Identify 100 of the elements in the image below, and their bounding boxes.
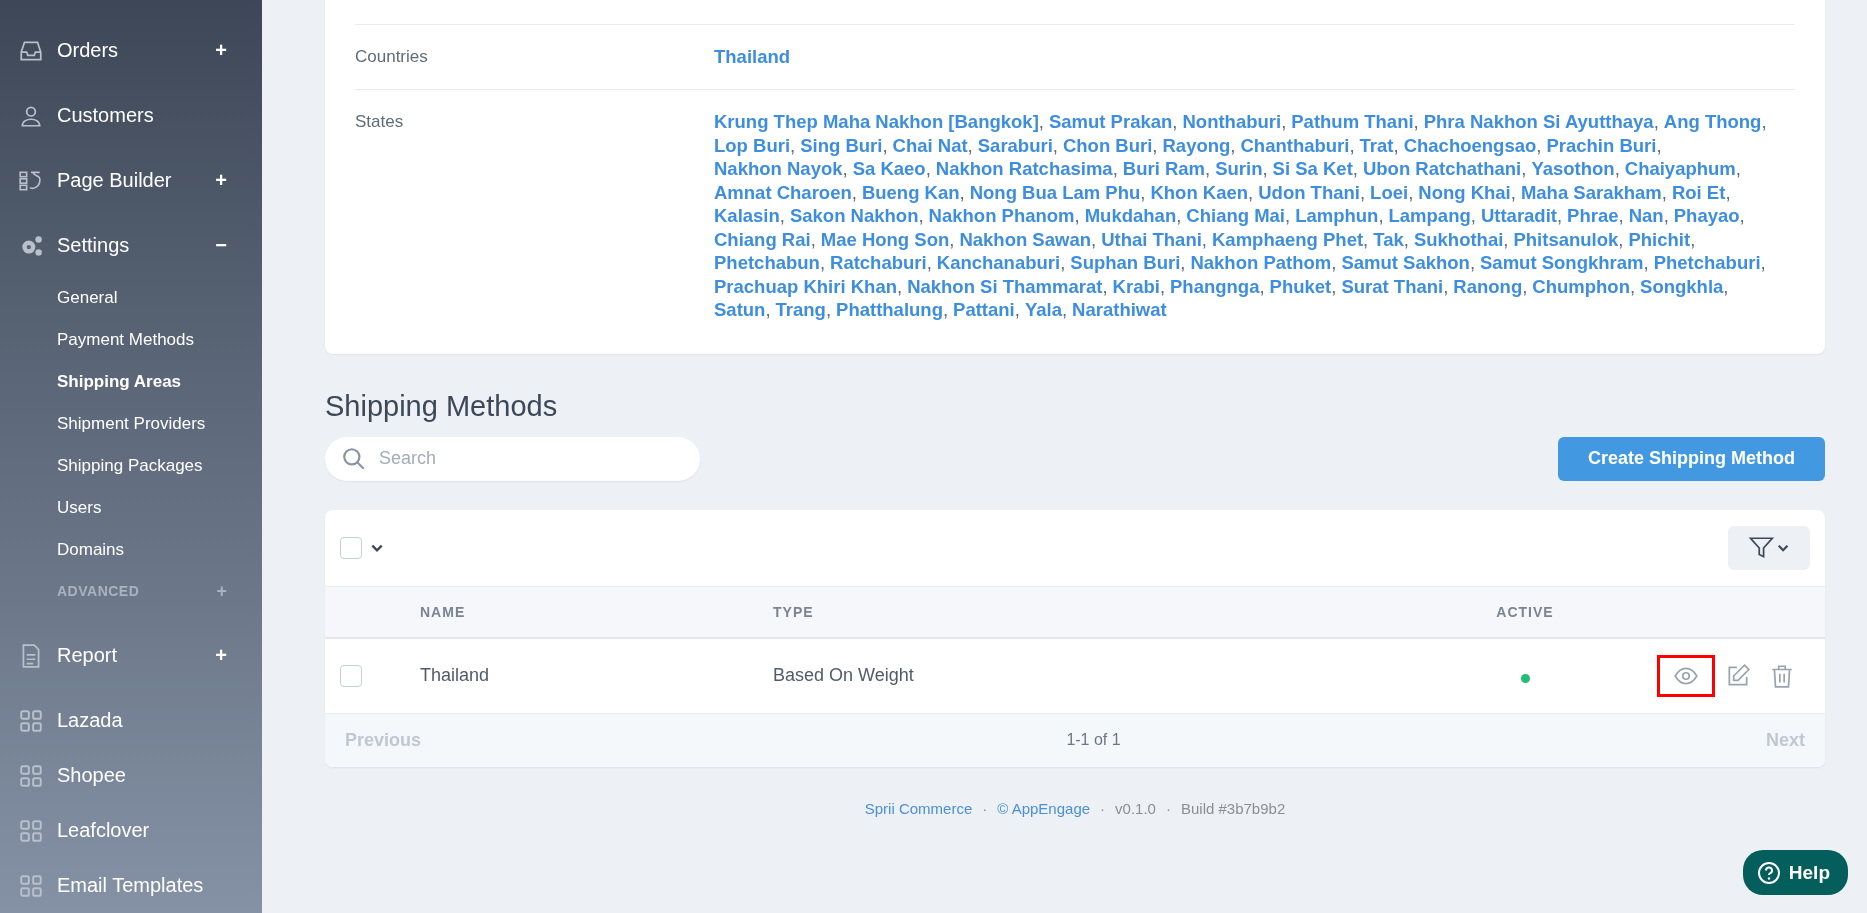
submenu-item[interactable]: Shipping Areas (0, 361, 262, 403)
state-link[interactable]: Maha Sarakham (1520, 181, 1662, 203)
state-link[interactable]: Trat (1359, 134, 1394, 156)
state-link[interactable]: Narathiwat (1072, 299, 1167, 320)
nav-item[interactable]: Leafclover (0, 812, 262, 849)
state-link[interactable]: Nakhon Phanom (928, 205, 1075, 226)
state-link[interactable]: Chiang Rai (714, 228, 811, 250)
state-link[interactable]: Nakhon Si Thammarat (907, 275, 1103, 297)
state-link[interactable]: Uthai Thani (1101, 228, 1202, 250)
state-link[interactable]: Surat Thani (1341, 275, 1444, 297)
select-all-checkbox[interactable] (340, 536, 362, 559)
create-button[interactable]: Create Shipping Method (1558, 436, 1825, 481)
state-link[interactable]: Phayao (1673, 205, 1740, 226)
state-link[interactable]: Prachin Buri (1546, 134, 1657, 156)
state-link[interactable]: Si Sa Ket (1272, 158, 1353, 179)
state-link[interactable]: Mukdahan (1084, 205, 1177, 226)
state-link[interactable]: Udon Thani (1258, 181, 1360, 203)
state-link[interactable]: Phrae (1567, 205, 1619, 226)
state-link[interactable]: Songkhla (1640, 275, 1724, 297)
filter-button[interactable] (1728, 525, 1810, 570)
state-link[interactable]: Lamphun (1295, 205, 1379, 226)
state-link[interactable]: Sing Buri (800, 134, 883, 156)
state-link[interactable]: Samut Prakan (1048, 111, 1173, 132)
state-link[interactable]: Chiang Mai (1186, 205, 1285, 226)
nav-item[interactable]: Orders + (0, 32, 262, 69)
search-field[interactable]: Search (325, 436, 700, 481)
state-link[interactable]: Ratchaburi (830, 252, 927, 273)
state-link[interactable]: Nong Khai (1418, 181, 1511, 203)
state-link[interactable]: Samut Sakhon (1341, 252, 1470, 273)
state-link[interactable]: Phatthalung (836, 299, 943, 320)
footer-link[interactable]: Sprii Commerce (864, 799, 973, 817)
toggle-sign[interactable]: + (215, 39, 227, 62)
footer-link[interactable]: © AppEngage (997, 799, 1091, 817)
state-link[interactable]: Kanchanaburi (936, 252, 1061, 273)
state-link[interactable]: Ang Thong (1663, 111, 1762, 132)
toggle-sign[interactable]: + (215, 644, 227, 667)
nav-item[interactable]: Report + (0, 637, 262, 674)
row-checkbox[interactable] (340, 664, 362, 687)
submenu-item[interactable]: Shipping Packages (0, 445, 262, 487)
state-link[interactable]: Krabi (1112, 275, 1160, 297)
state-link[interactable]: Sa Kaeo (852, 158, 926, 179)
state-link[interactable]: Chai Nat (892, 134, 968, 156)
state-link[interactable]: Nong Bua Lam Phu (969, 181, 1141, 203)
state-link[interactable]: Mae Hong Son (820, 228, 950, 250)
state-link[interactable]: Nakhon Sawan (959, 228, 1091, 250)
help-button[interactable]: Help (1742, 850, 1848, 895)
state-link[interactable]: Nan (1628, 205, 1664, 226)
state-link[interactable]: Kalasin (714, 205, 780, 226)
state-link[interactable]: Sakon Nakhon (789, 205, 919, 226)
nav-item[interactable]: Lazada (0, 702, 262, 739)
toggle-sign[interactable]: − (215, 234, 227, 257)
state-link[interactable]: Krung Thep Maha Nakhon [Bangkok] (714, 111, 1039, 132)
state-link[interactable]: Ubon Ratchathani (1362, 158, 1522, 179)
state-link[interactable]: Lop Buri (714, 134, 791, 156)
state-link[interactable]: Tak (1373, 228, 1404, 250)
state-link[interactable]: Phitsanulok (1513, 228, 1619, 250)
state-link[interactable]: Pathum Thani (1291, 111, 1414, 132)
state-link[interactable]: Khon Kaen (1150, 181, 1249, 203)
state-link[interactable]: Surin (1215, 158, 1263, 179)
state-link[interactable]: Uttaradit (1480, 205, 1557, 226)
state-link[interactable]: Prachuap Khiri Khan (714, 275, 897, 297)
state-link[interactable]: Chanthaburi (1240, 134, 1350, 156)
state-link[interactable]: Phangnga (1170, 275, 1260, 297)
submenu-item[interactable]: Domains (0, 529, 262, 571)
state-link[interactable]: Nakhon Nayok (714, 158, 843, 179)
state-link[interactable]: Nakhon Ratchasima (935, 158, 1113, 179)
state-link[interactable]: Trang (775, 299, 826, 320)
state-link[interactable]: Saraburi (977, 134, 1053, 156)
state-link[interactable]: Ranong (1453, 275, 1523, 297)
state-link[interactable]: Nakhon Pathom (1190, 252, 1332, 273)
nav-item[interactable]: Email Templates (0, 867, 262, 904)
state-link[interactable]: Amnat Charoen (714, 181, 852, 203)
state-link[interactable]: Phetchaburi (1653, 252, 1761, 273)
state-link[interactable]: Loei (1370, 181, 1409, 203)
state-link[interactable]: Phuket (1269, 275, 1332, 297)
state-link[interactable]: Nonthaburi (1182, 111, 1282, 132)
state-link[interactable]: Phetchabun (714, 252, 820, 273)
state-link[interactable]: Phichit (1628, 228, 1691, 250)
submenu-item[interactable]: Users (0, 487, 262, 529)
state-link[interactable]: Suphan Buri (1070, 252, 1181, 273)
state-link[interactable]: Chumphon (1532, 275, 1630, 297)
nav-item[interactable]: Customers (0, 97, 262, 134)
state-link[interactable]: Lampang (1388, 205, 1471, 226)
state-link[interactable]: Phra Nakhon Si Ayutthaya (1423, 111, 1654, 132)
state-link[interactable]: Chon Buri (1062, 134, 1153, 156)
country-link[interactable]: Thailand (714, 46, 791, 67)
submenu-item[interactable]: Shipment Providers (0, 403, 262, 445)
state-link[interactable]: Yala (1024, 299, 1062, 320)
state-link[interactable]: Kamphaeng Phet (1212, 228, 1364, 250)
submenu-item[interactable]: Payment Methods (0, 319, 262, 361)
state-link[interactable]: Satun (714, 299, 766, 320)
state-link[interactable]: Buri Ram (1122, 158, 1206, 179)
view-button[interactable] (1657, 654, 1715, 697)
state-link[interactable]: Chachoengsao (1403, 134, 1537, 156)
nav-item[interactable]: Settings − (0, 227, 262, 264)
state-link[interactable]: Rayong (1162, 134, 1231, 156)
submenu-item[interactable]: General (0, 277, 262, 319)
state-link[interactable]: Yasothon (1531, 158, 1615, 179)
nav-item[interactable]: Shopee (0, 757, 262, 794)
nav-item[interactable]: Page Builder + (0, 162, 262, 199)
